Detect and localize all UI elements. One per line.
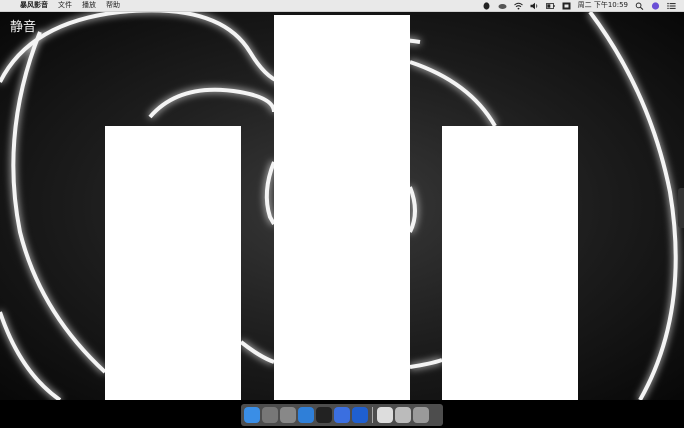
mute-label: 静音 [10, 20, 37, 35]
system-preferences-icon[interactable] [280, 407, 296, 423]
qq-status-icon[interactable] [482, 1, 491, 10]
app-menu[interactable]: 暴风影音 [20, 1, 48, 10]
input-method-icon[interactable] [562, 2, 571, 10]
baofeng-icon[interactable] [352, 407, 368, 423]
center-white-panel [274, 15, 410, 400]
qq-icon[interactable] [316, 407, 332, 423]
battery-icon[interactable] [545, 2, 555, 10]
menu-play[interactable]: 播放 [82, 1, 96, 10]
finder-icon[interactable] [244, 407, 260, 423]
trash-icon[interactable] [413, 407, 429, 423]
dock-separator [372, 407, 373, 423]
menu-help[interactable]: 帮助 [106, 1, 120, 10]
wifi-icon[interactable] [513, 2, 523, 10]
menu-bar-left: 暴风影音 文件 播放 帮助 [10, 1, 120, 10]
baidu-netdisk-icon[interactable] [334, 407, 350, 423]
menu-file[interactable]: 文件 [58, 1, 72, 10]
spotlight-search-icon[interactable] [635, 2, 644, 10]
dock [241, 404, 443, 426]
video-area[interactable] [0, 12, 684, 400]
clock[interactable]: 周二 下午10:59 [578, 1, 628, 10]
document-icon[interactable] [377, 407, 393, 423]
notification-center-icon[interactable] [667, 2, 676, 10]
safari-icon[interactable] [298, 407, 314, 423]
preview-icon[interactable] [395, 407, 411, 423]
side-panel-handle[interactable] [678, 188, 684, 228]
status-area: 周二 下午10:59 [482, 1, 676, 10]
menu-bar: 暴风影音 文件 播放 帮助 周二 下午10:59 [0, 0, 684, 12]
cloud-icon[interactable] [498, 2, 507, 10]
siri-icon[interactable] [651, 1, 660, 10]
launchpad-icon[interactable] [262, 407, 278, 423]
right-white-panel [442, 126, 578, 400]
volume-icon[interactable] [530, 2, 539, 10]
left-white-panel [105, 126, 241, 400]
